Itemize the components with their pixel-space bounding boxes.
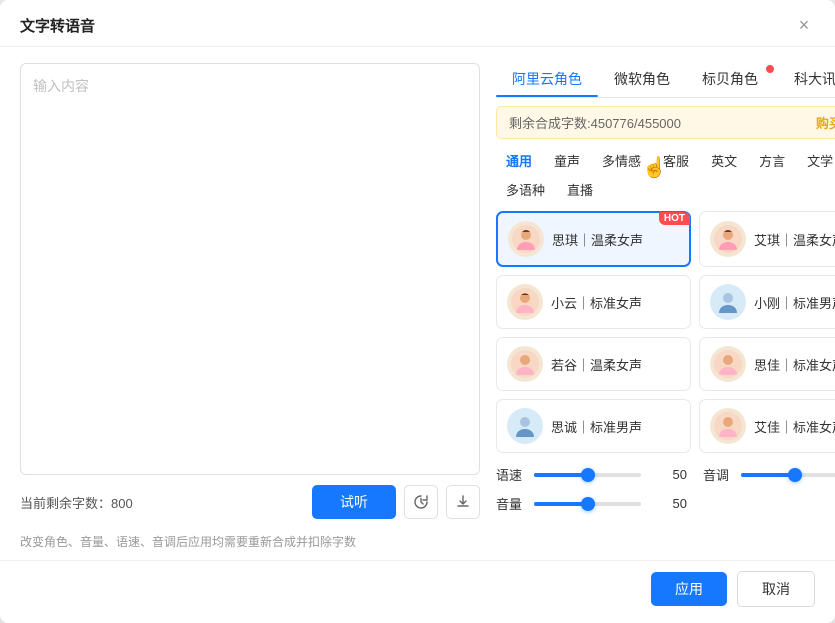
voice-name-sicheng: 思诚｜标准男声 bbox=[551, 417, 642, 436]
voice-card-aijia[interactable]: 艾佳｜标准女声 bbox=[699, 399, 835, 453]
quota-bar: 剩余合成字数:450776/455000 购买增值包 bbox=[496, 106, 835, 139]
dialog-footer: 应用 取消 bbox=[0, 560, 835, 623]
speed-slider[interactable] bbox=[534, 473, 641, 477]
voice-card-ruogu[interactable]: 若谷｜温柔女声 bbox=[496, 337, 691, 391]
volume-label: 音量 bbox=[496, 494, 526, 513]
pitch-slider[interactable] bbox=[741, 473, 835, 477]
cat-tab-literature[interactable]: 文学 bbox=[797, 147, 835, 174]
cat-tab-dialect[interactable]: 方言 bbox=[749, 147, 795, 174]
voice-avatar-siqin bbox=[508, 221, 544, 257]
quota-link[interactable]: 购买增值包 bbox=[816, 113, 835, 132]
voice-avatar-aiyun bbox=[710, 221, 746, 257]
cat-tab-multilang[interactable]: 多语种 bbox=[496, 176, 555, 203]
cancel-button[interactable]: 取消 bbox=[737, 571, 815, 607]
dialog-title: 文字转语音 bbox=[20, 15, 95, 36]
voice-name-siqin: 思琪｜温柔女声 bbox=[552, 230, 643, 249]
cat-tab-english[interactable]: 英文 bbox=[701, 147, 747, 174]
apply-button[interactable]: 应用 bbox=[651, 572, 727, 606]
preview-button[interactable]: 试听 bbox=[312, 485, 396, 519]
remaining-count: 当前剩余字数：800 bbox=[20, 493, 133, 512]
tab-aliyun[interactable]: 阿里云角色 bbox=[496, 63, 598, 97]
footer-note: 改变角色、音量、语速、音调后应用均需要重新合成并扣除字数 bbox=[0, 527, 835, 560]
volume-value: 50 bbox=[649, 496, 687, 511]
left-footer: 当前剩余字数：800 试听 bbox=[20, 475, 480, 527]
volume-slider[interactable] bbox=[534, 502, 641, 506]
right-panel: 阿里云角色 微软角色 标贝角色 科大讯飞角色 剩余合成字数:450776/455… bbox=[496, 63, 835, 527]
voice-name-xiaogang: 小刚｜标准男声 bbox=[754, 293, 835, 312]
quota-text: 剩余合成字数:450776/455000 bbox=[509, 113, 681, 132]
voice-card-xiaogang[interactable]: 小刚｜标准男声 bbox=[699, 275, 835, 329]
tab-xunfei[interactable]: 科大讯飞角色 bbox=[778, 63, 835, 97]
dialog-body: 输入内容 当前剩余字数：800 试听 bbox=[0, 47, 835, 527]
voice-name-sijia: 思佳｜标准女声 bbox=[754, 355, 835, 374]
tts-dialog: 文字转语音 × 输入内容 当前剩余字数：800 试听 bbox=[0, 0, 835, 623]
voice-avatar-ruogu bbox=[507, 346, 543, 382]
voice-card-sicheng[interactable]: 思诚｜标准男声 bbox=[496, 399, 691, 453]
voice-name-aiyun: 艾琪｜温柔女声 bbox=[754, 230, 835, 249]
voice-avatar-xiaoyun bbox=[507, 284, 543, 320]
category-tabs: 通用 童声 多情感 ☝ 客服 英文 方言 文学 多语种 直播 bbox=[496, 147, 835, 203]
speed-label: 语速 bbox=[496, 465, 526, 484]
dialog-header: 文字转语音 × bbox=[0, 0, 835, 47]
text-input-placeholder: 输入内容 bbox=[33, 76, 89, 96]
cat-tab-service[interactable]: 客服 bbox=[653, 147, 699, 174]
cat-tab-general[interactable]: 通用 bbox=[496, 147, 542, 174]
tab-microsoft[interactable]: 微软角色 bbox=[598, 63, 686, 97]
history-icon bbox=[413, 494, 429, 510]
download-icon bbox=[455, 494, 471, 510]
voice-card-siqin[interactable]: 思琪｜温柔女声 HOT bbox=[496, 211, 691, 267]
speed-value: 50 bbox=[649, 467, 687, 482]
tab-biaobei[interactable]: 标贝角色 bbox=[686, 63, 778, 97]
left-actions: 试听 bbox=[312, 485, 480, 519]
cat-tab-live[interactable]: 直播 bbox=[557, 176, 603, 203]
pitch-label: 音调 bbox=[703, 465, 733, 484]
close-button[interactable]: × bbox=[793, 14, 815, 36]
voice-name-xiaoyun: 小云｜标准女声 bbox=[551, 293, 642, 312]
voice-card-xiaoyun[interactable]: 小云｜标准女声 bbox=[496, 275, 691, 329]
voice-card-sijia[interactable]: 思佳｜标准女声 bbox=[699, 337, 835, 391]
history-button[interactable] bbox=[404, 485, 438, 519]
hot-badge-siqin: HOT bbox=[659, 212, 690, 225]
voice-avatar-sijia bbox=[710, 346, 746, 382]
sliders-area: 语速 50 音调 bbox=[496, 461, 835, 527]
voice-grid: 思琪｜温柔女声 HOT 艾琪｜温柔女声 HOT bbox=[496, 211, 835, 453]
left-panel: 输入内容 当前剩余字数：800 试听 bbox=[20, 63, 480, 527]
voice-name-ruogu: 若谷｜温柔女声 bbox=[551, 355, 642, 374]
voice-avatar-sicheng bbox=[507, 408, 543, 444]
tab-badge bbox=[766, 65, 774, 73]
text-input-area[interactable]: 输入内容 bbox=[20, 63, 480, 475]
voice-name-aijia: 艾佳｜标准女声 bbox=[754, 417, 835, 436]
voice-card-aiyun[interactable]: 艾琪｜温柔女声 HOT bbox=[699, 211, 835, 267]
download-button[interactable] bbox=[446, 485, 480, 519]
voice-avatar-xiaogang bbox=[710, 284, 746, 320]
provider-tabs: 阿里云角色 微软角色 标贝角色 科大讯飞角色 bbox=[496, 63, 835, 98]
cat-tab-emotion[interactable]: 多情感 ☝ bbox=[592, 147, 651, 174]
voice-avatar-aijia bbox=[710, 408, 746, 444]
cat-tab-child[interactable]: 童声 bbox=[544, 147, 590, 174]
